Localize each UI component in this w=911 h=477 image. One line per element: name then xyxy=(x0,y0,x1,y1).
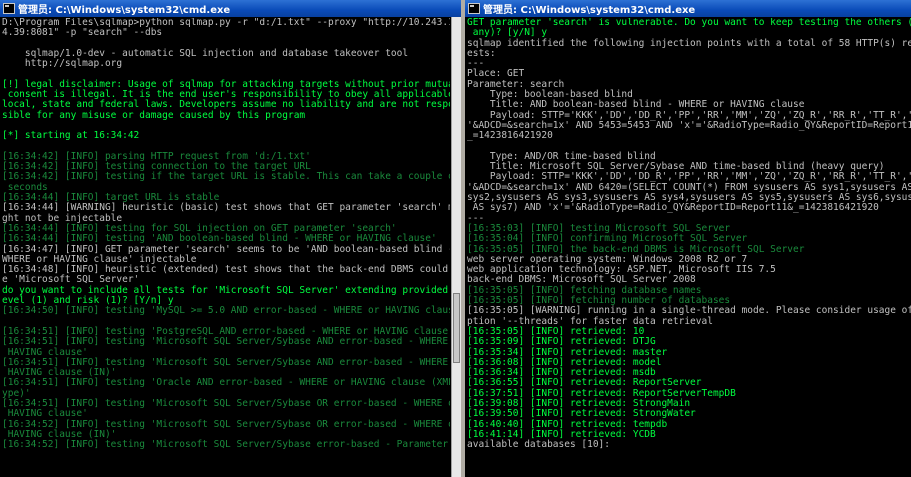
right-title-bar[interactable]: 管理员: C:\Windows\system32\cmd.exe xyxy=(465,0,911,17)
cmd-icon xyxy=(468,3,480,14)
left-cmd-window[interactable]: 管理员: C:\Windows\system32\cmd.exe D:\Prog… xyxy=(0,0,461,477)
console-line: [*] starting at 16:34:42 xyxy=(2,130,140,142)
left-vertical-scrollbar[interactable] xyxy=(451,17,461,477)
left-title-bar[interactable]: 管理员: C:\Windows\system32\cmd.exe xyxy=(0,0,461,17)
right-console-output[interactable]: GET parameter 'search' is vulnerable. Do… xyxy=(467,18,911,477)
console-line: available databases [10]: xyxy=(467,439,610,451)
console-line: [16:34:51] [INFO] testing 'Oracle AND er… xyxy=(2,377,450,389)
left-console-output[interactable]: D:\Program Files\sqlmap>python sqlmap.py… xyxy=(2,18,450,477)
console-line: ests: xyxy=(467,47,496,59)
console-line: [16:34:44] [INFO] testing 'AND boolean-b… xyxy=(2,233,437,245)
right-window-title: 管理员: C:\Windows\system32\cmd.exe xyxy=(483,5,696,16)
console-line: 4.39:8081" -p "search" --dbs xyxy=(2,27,163,39)
console-line: sible for any misuse or damage caused by… xyxy=(2,109,306,121)
right-cmd-window[interactable]: 管理员: C:\Windows\system32\cmd.exe GET par… xyxy=(465,0,911,477)
cmd-icon xyxy=(3,3,15,14)
console-line: [16:34:42] [INFO] testing if the target … xyxy=(2,171,450,183)
console-line: [16:34:52] [INFO] testing 'Microsoft SQL… xyxy=(2,439,450,451)
left-window-title: 管理员: C:\Windows\system32\cmd.exe xyxy=(18,5,231,16)
console-line: _=1423816421920 xyxy=(467,130,553,142)
console-line: AS sys7) AND 'x'='&RadioType=Radio_QY&Re… xyxy=(467,202,879,214)
console-line: --- xyxy=(467,58,485,70)
console-line: [16:34:51] [INFO] testing 'Microsoft SQL… xyxy=(2,336,450,348)
console-line: [16:34:50] [INFO] testing 'MySQL >= 5.0 … xyxy=(2,305,450,317)
scrollbar-thumb[interactable] xyxy=(453,293,460,363)
console-line: [16:35:04] [INFO] confirming Microsoft S… xyxy=(467,233,748,245)
console-line: sqlmap identified the following injectio… xyxy=(467,37,911,49)
console-line: http://sqlmap.org xyxy=(2,58,123,70)
console-line: [16:35:09] [INFO] retrieved: DTJG xyxy=(467,336,656,348)
